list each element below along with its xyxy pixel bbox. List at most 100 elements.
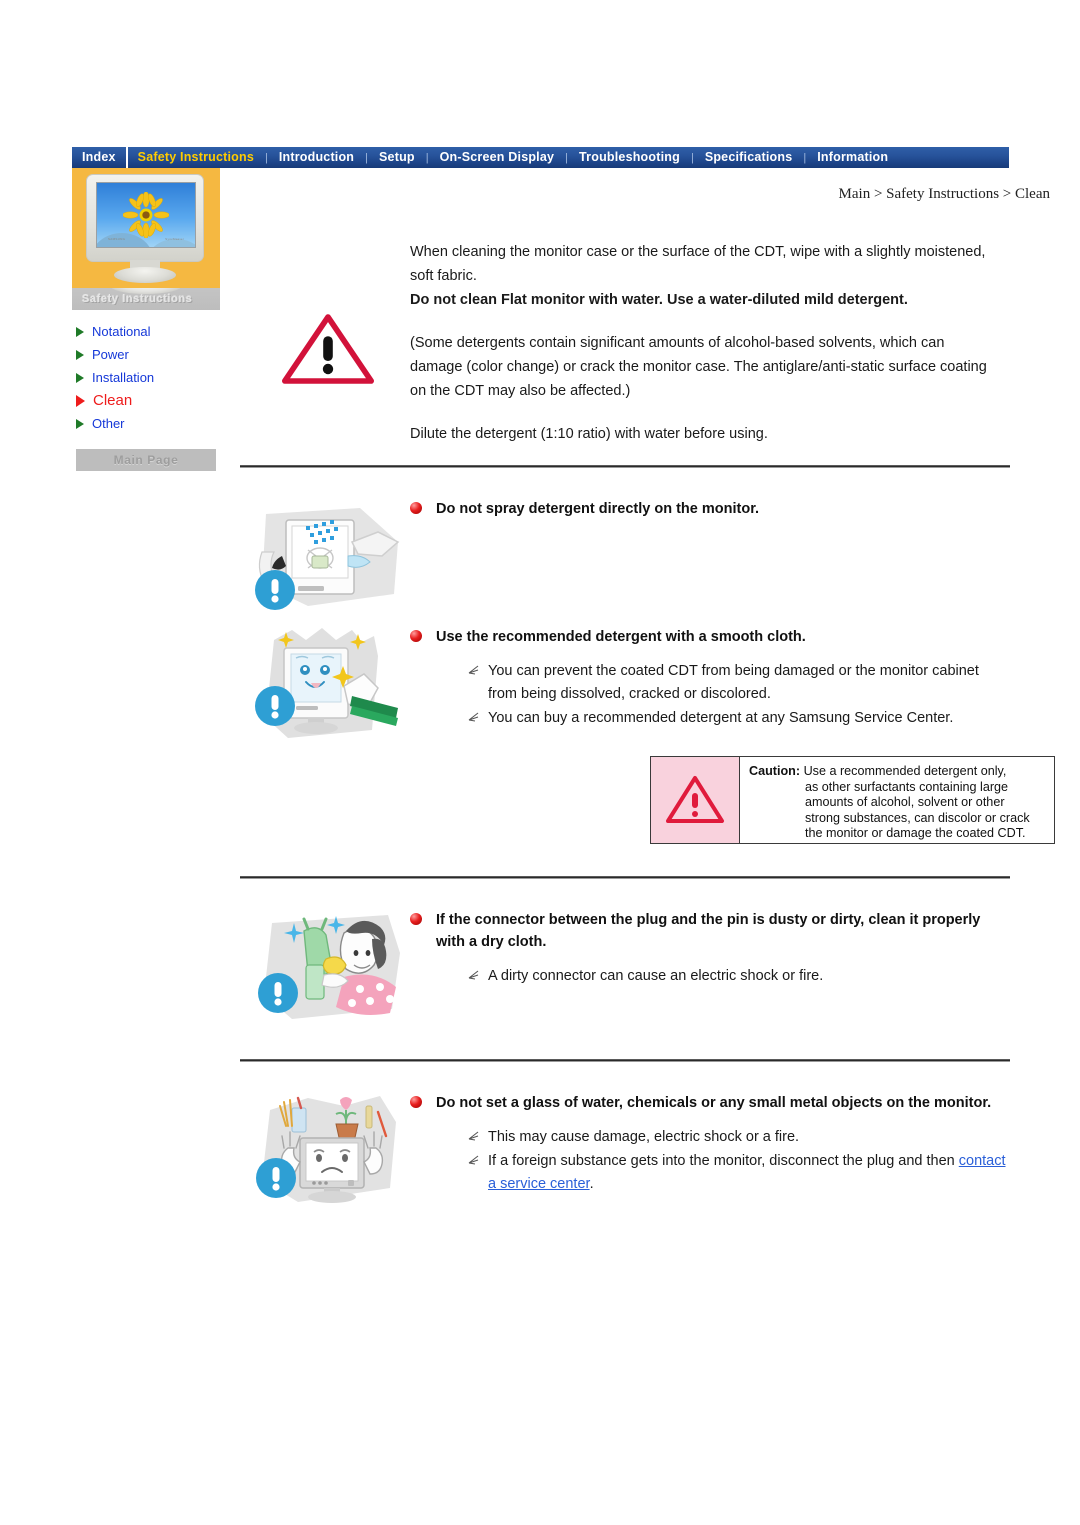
intro-paragraph-1: When cleaning the monitor case or the su… xyxy=(410,244,986,284)
intro-bold-line: Do not clean Flat monitor with water. Us… xyxy=(410,292,908,308)
caution-text: amounts of alcohol, solvent or other xyxy=(805,795,1005,809)
sidebar-item-label: Notational xyxy=(92,324,151,339)
nav-item-setup[interactable]: Setup xyxy=(369,147,425,168)
section-sublist: A dirty connector can cause an electric … xyxy=(410,965,1010,988)
plug-cleaning-illustration xyxy=(258,915,400,1019)
section-heading-text: Do not set a glass of water, chemicals o… xyxy=(436,1095,992,1111)
monitor-body: SAMSUNG SyncMaster xyxy=(86,174,204,262)
section-heading: Do not set a glass of water, chemicals o… xyxy=(410,1092,1010,1114)
list-item: A dirty connector can cause an electric … xyxy=(468,965,1010,988)
section-heading: Use the recommended detergent with a smo… xyxy=(410,626,1010,648)
sidebar-item-label: Power xyxy=(92,347,129,362)
nav-item-troubleshooting[interactable]: Troubleshooting xyxy=(569,147,690,168)
sidebar: SAMSUNG SyncMaster Safety Instructions N… xyxy=(72,168,220,471)
sidebar-section-banner: Safety Instructions xyxy=(72,288,220,310)
sidebar-item-power[interactable]: Power xyxy=(76,343,220,366)
sidebar-banner-title: Safety Instructions xyxy=(82,293,193,305)
monitor-base xyxy=(114,267,176,283)
caution-text: as other surfactants containing large xyxy=(805,779,1009,794)
caution-icon-panel xyxy=(651,757,740,843)
sidebar-item-label: Clean xyxy=(93,392,133,409)
section-heading-text: If the connector between the plug and th… xyxy=(436,912,981,950)
pen-marker-icon xyxy=(468,970,479,980)
nav-item-on-screen-display[interactable]: On-Screen Display xyxy=(430,147,565,168)
monitor-cleaning-illustration xyxy=(255,628,398,738)
arrow-right-icon xyxy=(76,326,84,337)
caution-label: Caution: xyxy=(749,764,801,778)
list-item-text: You can prevent the coated CDT from bein… xyxy=(488,663,979,702)
sidebar-item-label: Installation xyxy=(92,370,155,385)
section-recommended-detergent: Use the recommended detergent with a smo… xyxy=(240,626,1055,844)
sidebar-item-label: Other xyxy=(92,416,125,431)
monitor-brand-right: SyncMaster xyxy=(165,237,184,241)
section-divider xyxy=(240,876,1010,879)
intro-section: When cleaning the monitor case or the su… xyxy=(240,240,1010,446)
main-content: When cleaning the monitor case or the su… xyxy=(240,240,1055,1217)
list-item-text: You can buy a recommended detergent at a… xyxy=(488,710,954,726)
section-do-not-spray: Do not spray detergent directly on the m… xyxy=(240,498,1010,610)
section-sublist: This may cause damage, electric shock or… xyxy=(410,1126,1010,1196)
main-navigation-bar[interactable]: Index Safety Instructions | Introduction… xyxy=(72,147,1009,168)
warning-triangle-icon xyxy=(666,776,724,823)
nav-item-introduction[interactable]: Introduction xyxy=(269,147,364,168)
caution-line: amounts of alcohol, solvent or other xyxy=(749,795,1048,811)
arrow-right-icon xyxy=(76,349,84,360)
arrow-right-icon xyxy=(76,372,84,383)
arrow-right-icon xyxy=(76,394,85,407)
sidebar-item-installation[interactable]: Installation xyxy=(76,366,220,389)
caution-text: strong substances, can discolor or crack xyxy=(805,810,1030,825)
red-bullet-icon xyxy=(410,630,422,642)
list-item-prefix: If a foreign substance gets into the mon… xyxy=(488,1153,959,1169)
list-item: You can buy a recommended detergent at a… xyxy=(468,707,1010,730)
pen-marker-icon xyxy=(468,1131,479,1141)
red-bullet-icon xyxy=(410,1096,422,1108)
list-item-suffix: . xyxy=(589,1176,594,1192)
nav-item-safety-instructions[interactable]: Safety Instructions xyxy=(128,147,264,168)
section-heading: If the connector between the plug and th… xyxy=(410,909,1010,953)
list-item: You can prevent the coated CDT from bein… xyxy=(468,660,1010,706)
warning-triangle-icon xyxy=(282,314,374,384)
pen-marker-icon xyxy=(468,1155,479,1165)
list-item: This may cause damage, electric shock or… xyxy=(468,1126,1010,1149)
sidebar-item-notational[interactable]: Notational xyxy=(76,320,220,343)
pen-marker-icon xyxy=(468,712,479,722)
caution-text-panel: Caution: Use a recommended detergent onl… xyxy=(740,757,1054,843)
section-heading-text: Do not spray detergent directly on the m… xyxy=(436,501,760,517)
sidebar-item-clean[interactable]: Clean xyxy=(76,389,220,412)
main-page-button-label: Main Page xyxy=(113,453,179,467)
caution-text: the monitor or damage the coated CDT. xyxy=(805,826,1026,840)
intro-paragraph-3: Dilute the detergent (1:10 ratio) with w… xyxy=(410,426,768,442)
caution-line: Caution: Use a recommended detergent onl… xyxy=(749,764,1048,780)
arrow-right-icon xyxy=(76,418,84,429)
section-divider xyxy=(240,465,1010,468)
list-item-text: This may cause damage, electric shock or… xyxy=(488,1129,800,1145)
nav-item-specifications[interactable]: Specifications xyxy=(695,147,803,168)
intro-paragraph-2: (Some detergents contain significant amo… xyxy=(410,335,987,399)
caution-line: as other surfactants containing large xyxy=(749,780,1048,796)
nav-item-index[interactable]: Index xyxy=(72,147,126,168)
sidebar-item-other[interactable]: Other xyxy=(76,412,220,435)
nav-item-information[interactable]: Information xyxy=(807,147,898,168)
caution-line: the monitor or damage the coated CDT. xyxy=(749,826,1048,842)
list-item: If a foreign substance gets into the mon… xyxy=(468,1150,1010,1196)
breadcrumb: Main > Safety Instructions > Clean xyxy=(838,186,1050,202)
sidebar-monitor-thumbnail: SAMSUNG SyncMaster xyxy=(72,168,220,288)
monitor-spray-illustration xyxy=(255,508,400,610)
monitor-brand-left: SAMSUNG xyxy=(108,237,126,241)
sunflower-icon xyxy=(123,192,169,238)
caution-box: Caution: Use a recommended detergent onl… xyxy=(650,756,1055,844)
pen-marker-icon xyxy=(468,665,479,675)
monitor-screen: SAMSUNG SyncMaster xyxy=(96,182,196,248)
red-bullet-icon xyxy=(410,502,422,514)
caution-line: strong substances, can discolor or crack xyxy=(749,811,1048,827)
caution-text: Use a recommended detergent only, xyxy=(803,764,1007,778)
sidebar-menu: Notational Power Installation Clean Othe… xyxy=(72,320,220,435)
objects-on-monitor-illustration xyxy=(256,1096,396,1203)
section-divider xyxy=(240,1059,1010,1062)
main-page-button[interactable]: Main Page xyxy=(76,449,216,471)
section-objects-on-monitor: Do not set a glass of water, chemicals o… xyxy=(240,1092,1010,1217)
intro-text-block: When cleaning the monitor case or the su… xyxy=(410,240,988,446)
section-heading: Do not spray detergent directly on the m… xyxy=(410,498,1010,520)
red-bullet-icon xyxy=(410,913,422,925)
section-connector: If the connector between the plug and th… xyxy=(240,909,1010,1029)
